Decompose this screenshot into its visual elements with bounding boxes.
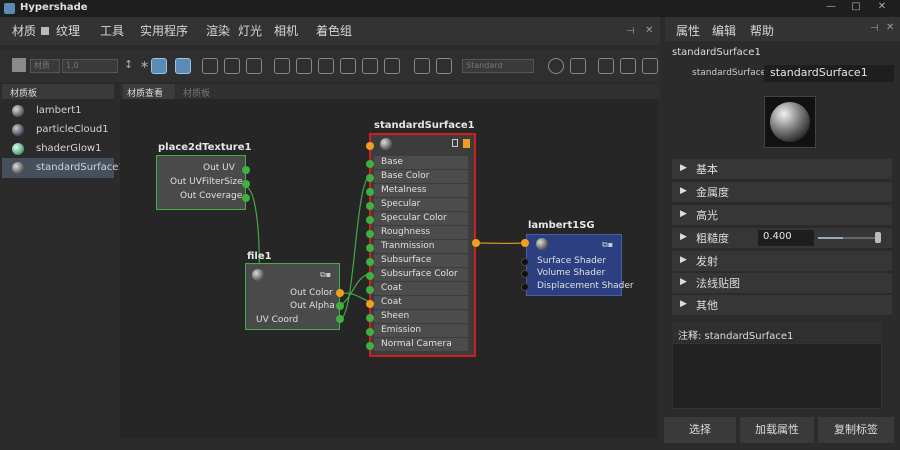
subsurface-color-plug[interactable] [366, 272, 374, 280]
expand-arrow-icon: ▶ [680, 209, 687, 219]
wire-outcolor-coat [339, 292, 371, 303]
copy-tab-button[interactable]: 复制标签 [818, 417, 894, 443]
port-transmission: Tranmission [381, 241, 435, 251]
section-basic[interactable]: ▶ 基本 [672, 159, 892, 179]
port-specular-color: Specular Color [381, 213, 447, 223]
roughness-value-field[interactable]: 0.400 [758, 230, 814, 246]
section-label: 金属度 [696, 186, 729, 199]
expand-arrow-icon: ▶ [680, 232, 687, 242]
out-uvfiltersize-plug[interactable] [242, 180, 250, 188]
swatch-frame [764, 96, 816, 148]
port-volume-shader: Volume Shader [537, 268, 606, 278]
expand-arrow-icon: ▶ [680, 186, 687, 196]
notes-textarea[interactable] [672, 343, 882, 409]
out-color-plug[interactable] [336, 289, 344, 297]
port-coat: Coat [381, 297, 402, 307]
out-coverage-plug[interactable] [242, 194, 250, 202]
node-name-field[interactable]: standardSurface1 [764, 65, 894, 82]
file-swatch-icon [252, 269, 264, 281]
metalness-plug[interactable] [366, 188, 374, 196]
port-roughness: Roughness [381, 227, 431, 237]
standard-swatch-icon [380, 138, 392, 150]
standard-input-plug[interactable] [366, 142, 374, 150]
port-specular: Specular [381, 199, 421, 209]
port-sheen: Sheen [381, 311, 410, 321]
port-uv-coord: UV Coord [256, 315, 299, 325]
section-emission[interactable]: ▶ 发射 [672, 251, 892, 271]
port-subsurface-color: Subsurface Color [381, 269, 458, 279]
section-label: 发射 [696, 255, 718, 268]
material-preview-icon [770, 102, 810, 142]
port-displacement-shader: Displacement Shader [537, 281, 634, 291]
node-title-file: file1 [247, 251, 272, 262]
port-metalness: Metalness [381, 185, 427, 195]
port-out-uv: Out UV [203, 163, 235, 173]
notes-label: 注释: standardSurface1 [678, 331, 794, 342]
port-surface-shader: Surface Shader [537, 256, 607, 266]
transmission-plug[interactable] [366, 244, 374, 252]
port-out-color: Out Color [290, 288, 333, 298]
volume-shader-plug[interactable] [521, 270, 529, 278]
node-title-lambert1sg: lambert1SG [528, 220, 595, 231]
section-label: 高光 [696, 209, 718, 222]
uv-coord-plug[interactable] [336, 315, 344, 323]
attr-header: standardSurface1 [672, 47, 761, 58]
port-out-coverage: Out Coverage [180, 191, 243, 201]
node-copy-icon[interactable] [452, 139, 458, 147]
node-title-place2d: place2dTexture1 [158, 142, 252, 153]
expand-arrow-icon: ▶ [680, 277, 687, 287]
select-button[interactable]: 选择 [664, 417, 736, 443]
section-label: 基本 [696, 163, 718, 176]
node-output-icon[interactable] [463, 139, 470, 148]
section-label: 粗糙度 [696, 232, 729, 245]
roughness-plug[interactable] [366, 230, 374, 238]
section-specular[interactable]: ▶ 高光 [672, 205, 892, 225]
out-color-plug[interactable] [472, 239, 480, 247]
normal-camera-plug[interactable] [366, 342, 374, 350]
coat-plug[interactable] [366, 300, 374, 308]
sg-swatch-icon [536, 238, 548, 250]
surface-shader-plug[interactable] [521, 258, 529, 266]
port-normal-camera: Normal Camera [381, 339, 452, 349]
node-options-icon[interactable]: ⧉▪ [320, 270, 331, 280]
expand-arrow-icon: ▶ [680, 163, 687, 173]
sg-options-icon[interactable]: ⧉▪ [602, 240, 613, 250]
out-uv-plug[interactable] [242, 166, 250, 174]
attr-field-label: standardSurface: [692, 68, 770, 78]
sg-input-plug[interactable] [521, 239, 529, 247]
specular-color-plug[interactable] [366, 216, 374, 224]
section-metalness[interactable]: ▶ 金属度 [672, 182, 892, 202]
subsurface-plug[interactable] [366, 258, 374, 266]
port-subsurface: Subsurface [381, 255, 432, 265]
sheen-plug[interactable] [366, 314, 374, 322]
base-color-plug[interactable] [366, 174, 374, 182]
port-base: Base [381, 157, 403, 167]
port-out-alpha: Out Alpha [290, 301, 335, 311]
map-button-icon[interactable] [875, 232, 881, 243]
port-emission: Emission [381, 325, 422, 335]
displacement-shader-plug[interactable] [521, 283, 529, 291]
section-label: 法线贴图 [696, 277, 740, 290]
section-label: 其他 [696, 299, 718, 312]
emission-plug[interactable] [366, 328, 374, 336]
section-other[interactable]: ▶ 其他 [672, 295, 892, 315]
expand-arrow-icon: ▶ [680, 299, 687, 309]
roughness-slider-fill [818, 237, 843, 239]
specular-plug[interactable] [366, 202, 374, 210]
node-title-standardsurface: standardSurface1 [374, 120, 475, 131]
port-base-color: Base Color [381, 171, 430, 181]
load-attributes-button[interactable]: 加载属性 [740, 417, 814, 443]
coat-plug[interactable] [366, 286, 374, 294]
out-alpha-plug[interactable] [336, 302, 344, 310]
base-plug[interactable] [366, 160, 374, 168]
expand-arrow-icon: ▶ [680, 255, 687, 265]
port-coat: Coat [381, 283, 402, 293]
section-normal-map[interactable]: ▶ 法线贴图 [672, 273, 892, 293]
port-out-uvfiltersize: Out UVFilterSize [170, 177, 243, 187]
